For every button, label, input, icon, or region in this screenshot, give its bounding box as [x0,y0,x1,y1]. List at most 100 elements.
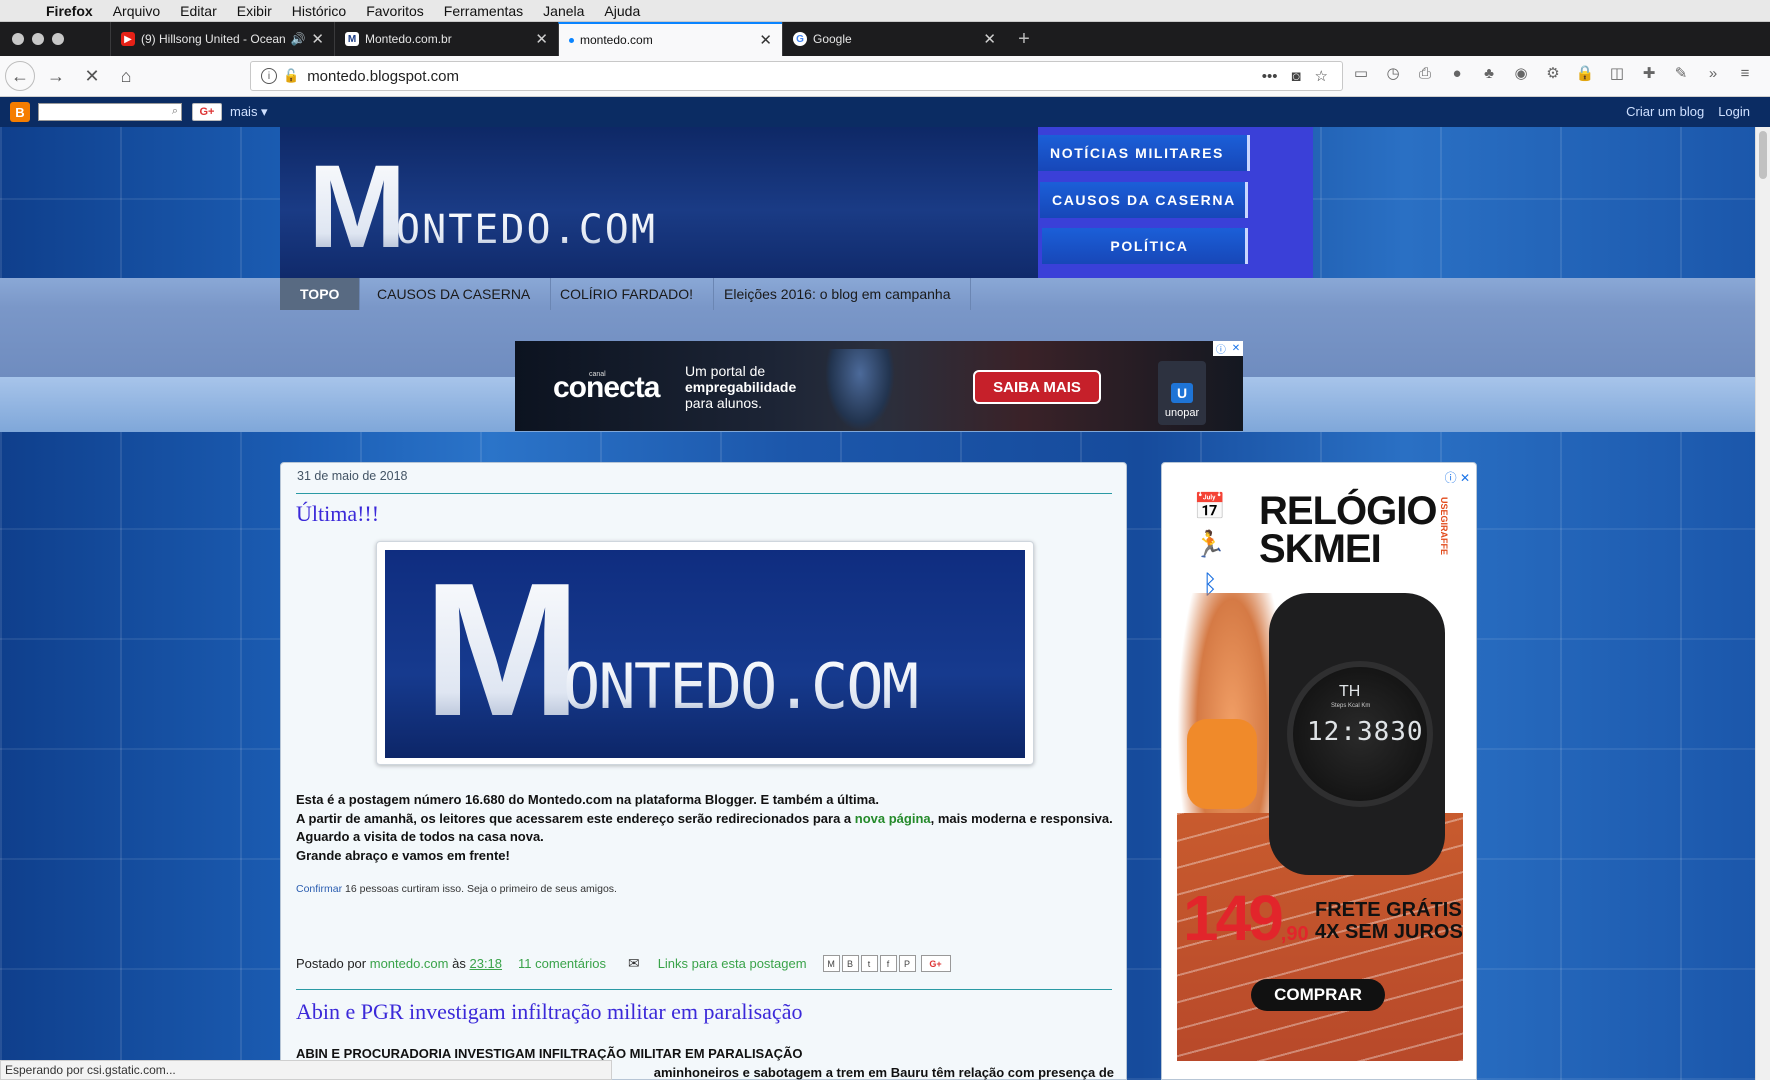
close-tab-icon[interactable]: ✕ [983,30,996,48]
ad-choices[interactable]: ⓘ ✕ [1213,341,1243,356]
ad-saiba-mais-button[interactable]: SAIBA MAIS [973,370,1101,404]
menu-arquivo[interactable]: Arquivo [113,3,160,19]
ad-price-cents: ,90 [1280,923,1309,945]
ad-info-icon[interactable]: ⓘ [1216,341,1226,356]
share-gplus-button[interactable]: G+ [920,955,951,972]
post-time-link[interactable]: 23:18 [469,956,502,971]
at-label: às [452,956,466,971]
comments-link[interactable]: 11 comentários [518,956,606,971]
post-links-link[interactable]: Links para esta postagem [658,956,807,971]
close-tab-icon[interactable]: ✕ [311,30,324,48]
home-button[interactable]: ⌂ [111,61,141,91]
post2-title[interactable]: Abin e PGR investigam infiltração milita… [296,999,802,1025]
overflow-chevron-icon[interactable]: » [1704,64,1722,82]
back-button[interactable]: ← [5,61,35,91]
stop-loading-button[interactable]: ✕ [77,61,107,91]
menu-exibir[interactable]: Exibir [237,3,272,19]
menu-favoritos[interactable]: Favoritos [366,3,424,19]
extension-2-icon[interactable]: ● [1448,64,1466,82]
blog-header: M ONTEDO.COM NOTÍCIAS MILITARES CAUSOS D… [280,127,1313,278]
ad-tagline-2: empregabilidade [685,379,796,395]
nav-politica[interactable]: POLÍTICA [1042,228,1248,264]
forward-button[interactable]: → [41,61,71,91]
tab-topo[interactable]: TOPO [280,278,361,310]
close-tab-icon[interactable]: ✕ [535,30,548,48]
mac-menu-bar: Firefox Arquivo Editar Exibir Histórico … [0,0,1770,22]
menu-app-firefox[interactable]: Firefox [46,3,93,19]
window-controls [0,22,110,56]
tab-montedo-com[interactable]: montedo.com ✕ [558,22,782,56]
toolbar-extensions: ▭ ◷ ⎙ ● ♣ ◉ ⚙ 🔒 ◫ ✚ ✎ » ≡ [1352,64,1754,83]
menu-historico[interactable]: Histórico [292,3,346,19]
extension-1-icon[interactable]: ▭ [1352,64,1370,82]
like-count-text: 16 pessoas curtiram isso. Seja o primeir… [342,883,617,895]
menu-ferramentas[interactable]: Ferramentas [444,3,523,19]
ad-banner-conecta[interactable]: canal conecta Um portal de empregabilida… [515,341,1243,431]
url-bar[interactable]: i 🔓 montedo.blogspot.com ••• ◙ ☆ [250,61,1343,91]
bookmark-star-icon[interactable]: ☆ [1315,67,1328,85]
menu-ajuda[interactable]: Ajuda [604,3,640,19]
pocket-icon[interactable]: ◙ [1291,68,1300,85]
gplus-button[interactable]: G+ [192,103,222,121]
sidebar-icon[interactable]: ◫ [1608,64,1626,82]
nova-pagina-link[interactable]: nova página [855,811,931,826]
blogger-logo-icon[interactable]: B [10,102,30,122]
share-facebook-icon[interactable]: f [879,955,897,972]
post-body-line-2a: A partir de amanhã, os leitores que aces… [296,810,855,826]
tab-causos-caserna[interactable]: CAUSOS DA CASERNA [357,278,552,310]
tab-montedo-br[interactable]: M Montedo.com.br ✕ [334,22,558,56]
email-post-icon[interactable]: ✉ [628,955,640,972]
speaker-icon[interactable]: 🔊 [290,32,305,46]
login-link[interactable]: Login [1718,104,1750,119]
evernote-icon[interactable]: ♣ [1480,64,1498,82]
zoom-window-button[interactable] [52,33,64,45]
history-icon[interactable]: ◷ [1384,64,1402,82]
share-buttons: M B t f P G+ [822,955,951,972]
url-text[interactable]: montedo.blogspot.com [307,68,1262,85]
svg-text:M: M [423,550,581,756]
pen-icon[interactable]: ✎ [1672,64,1690,82]
menu-editar[interactable]: Editar [180,3,217,19]
print-icon[interactable]: ⎙ [1416,64,1434,82]
share-email-icon[interactable]: M [822,955,840,972]
settings-gear-icon[interactable]: ⚙ [1544,64,1562,82]
tab-colirio-fardado[interactable]: COLÍRIO FARDADO! [540,278,715,310]
post-body-line-1: Esta é a postagem número 16.680 do Monte… [296,792,879,807]
share-twitter-icon[interactable]: t [860,955,878,972]
ad-comprar-button[interactable]: COMPRAR [1251,979,1385,1011]
montedo-logo[interactable]: M ONTEDO.COM [308,155,728,265]
nav-noticias-militares[interactable]: NOTÍCIAS MILITARES [1038,135,1250,171]
tab-google[interactable]: G Google ✕ [782,22,1006,56]
author-link[interactable]: montedo.com [370,956,449,971]
ad-shipping-2: 4X SEM JUROS [1315,921,1463,943]
puzzle-icon[interactable]: ✚ [1640,64,1658,82]
menu-janela[interactable]: Janela [543,3,584,19]
post-title[interactable]: Última!!! [296,501,379,527]
ad-skmei-watch[interactable]: 📅 🏃 ᛒ RELÓGIO SKMEI USEGIRAFFE TH Steps … [1177,483,1463,1061]
confirmar-like-link[interactable]: Confirmar [296,883,342,895]
share-blogthis-icon[interactable]: B [841,955,859,972]
posted-by-label: Postado por [296,956,367,971]
page-scrollbar[interactable] [1755,127,1770,1080]
minimize-window-button[interactable] [32,33,44,45]
scrollbar-thumb[interactable] [1759,131,1767,179]
create-blog-link[interactable]: Criar um blog [1626,104,1704,119]
new-tab-button[interactable]: + [1006,22,1042,56]
hamburger-menu-icon[interactable]: ≡ [1736,64,1754,82]
close-tab-icon[interactable]: ✕ [759,31,772,49]
nav-causos-caserna[interactable]: CAUSOS DA CASERNA [1040,182,1248,218]
extension-3-icon[interactable]: ◉ [1512,64,1530,82]
post-date: 31 de maio de 2018 [297,469,408,483]
share-pinterest-icon[interactable]: P [898,955,916,972]
close-window-button[interactable] [12,33,24,45]
site-info-icon[interactable]: i [261,68,277,84]
tab-eleicoes-2016[interactable]: Eleições 2016: o blog em campanha [704,278,972,310]
search-icon[interactable]: ⌕ [172,105,178,118]
more-menu[interactable]: mais ▾ [230,104,268,120]
page-actions-icon[interactable]: ••• [1262,68,1278,85]
blog-search-input[interactable]: ⌕ [38,103,182,121]
post-image[interactable]: M ONTEDO.COM [385,550,1025,758]
tab-hillsong[interactable]: ▶ (9) Hillsong United - Oceans 🔊 ✕ [110,22,334,56]
lock-icon[interactable]: 🔒 [1576,64,1595,82]
ad-close-icon[interactable]: ✕ [1232,343,1240,354]
